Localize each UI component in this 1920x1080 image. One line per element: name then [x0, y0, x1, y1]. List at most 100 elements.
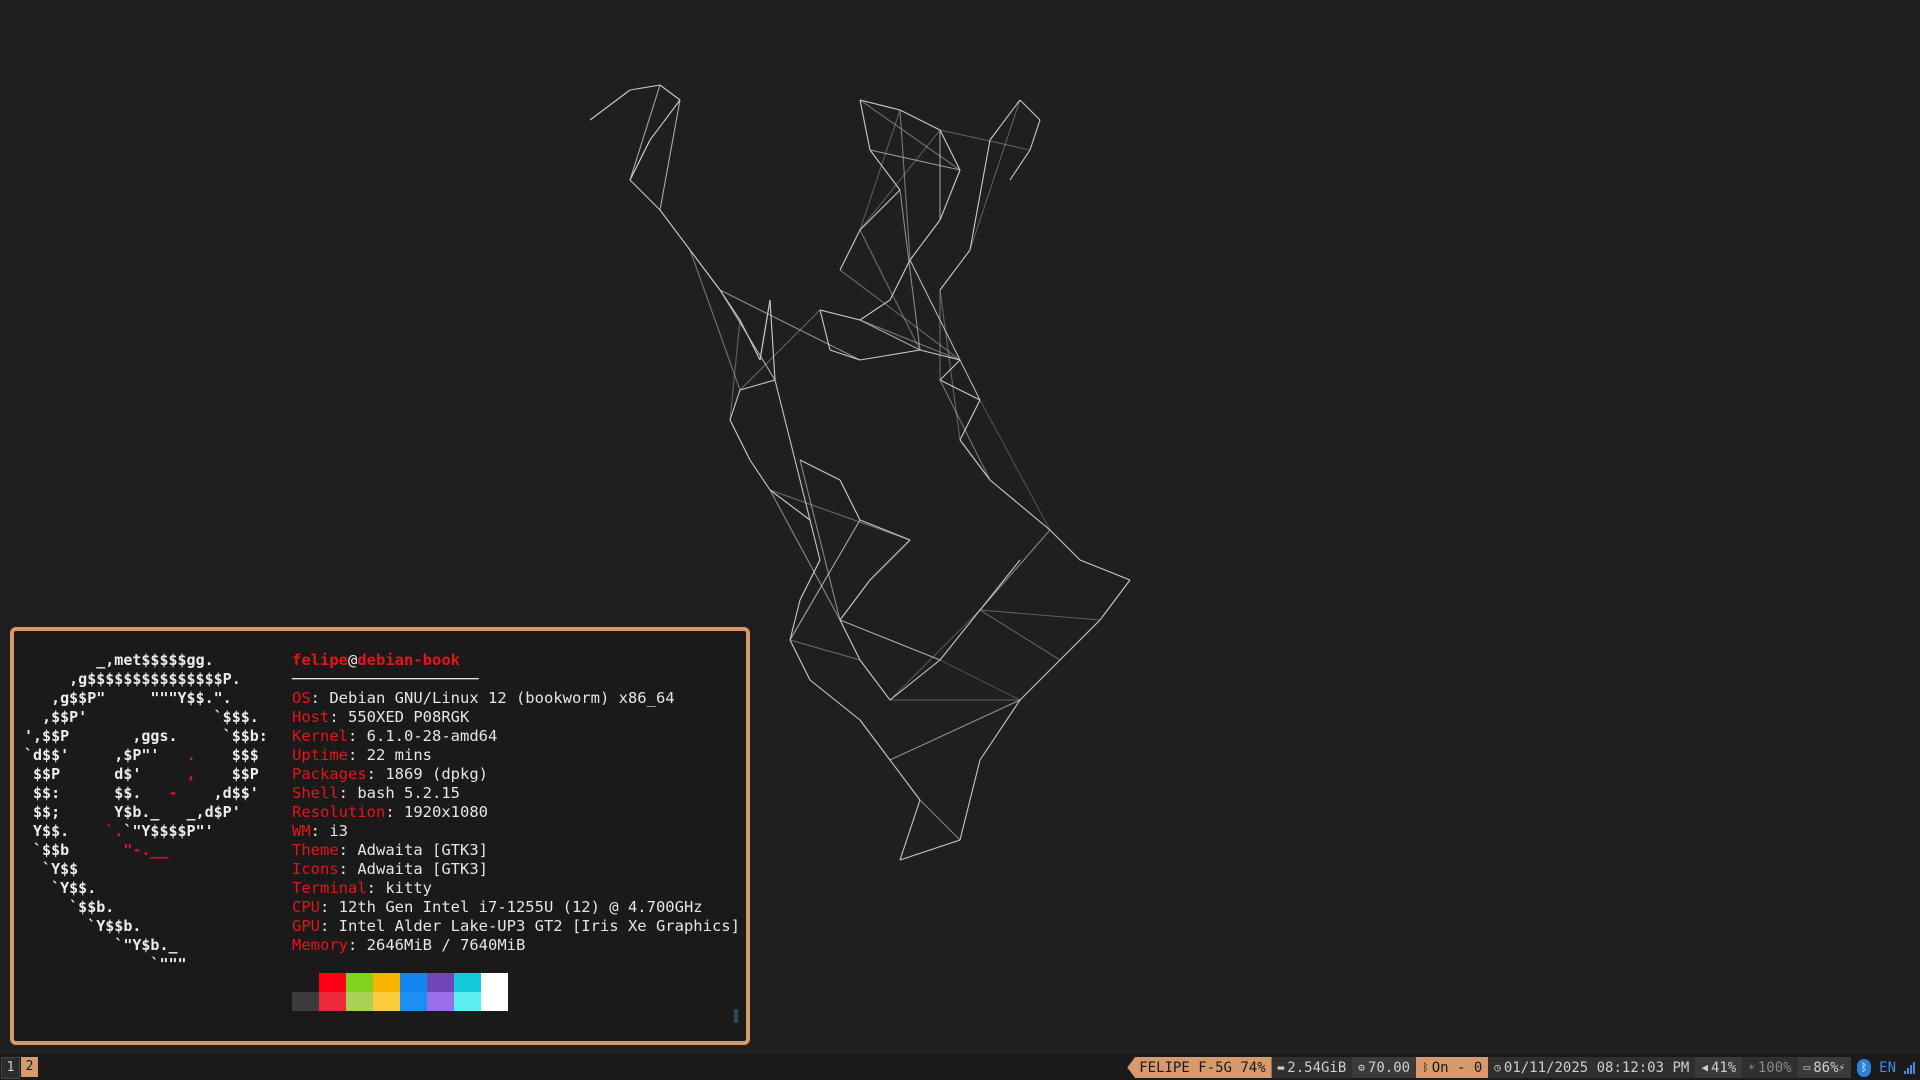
deer-edge: [1079, 559, 1131, 581]
info-key: OS: [292, 689, 311, 707]
workspace-1-button[interactable]: 1: [1, 1057, 20, 1079]
deer-edge: [959, 759, 981, 841]
username: felipe: [292, 651, 348, 669]
info-value: kitty: [385, 879, 432, 897]
info-key: GPU: [292, 917, 320, 935]
deer-edge: [809, 679, 861, 721]
color-swatch: [400, 973, 427, 992]
info-row: Icons: Adwaita [GTK3]: [292, 860, 488, 878]
battery-status[interactable]: ▭ 86% ⚡: [1797, 1057, 1852, 1078]
info-value: 22 mins: [366, 746, 432, 764]
bluetooth-tray-icon[interactable]: ᛒ: [1857, 1058, 1872, 1077]
deer-edge: [774, 379, 811, 521]
deer-edge: [959, 399, 981, 441]
info-row: Theme: Adwaita [GTK3]: [292, 841, 488, 859]
terminal-window[interactable]: _,met$$$$$gg. ,g$$$$$$$$$$$$$$$P. ,g$$P"…: [10, 627, 750, 1045]
brightness-status[interactable]: ☀ 100%: [1742, 1057, 1798, 1078]
deer-edge: [629, 139, 651, 181]
info-row: Host: 550XED P08RGK: [292, 708, 470, 726]
deer-edge: [989, 479, 1051, 531]
info-row: CPU: 12th Gen Intel i7-1255U (12) @ 4.70…: [292, 898, 703, 916]
deer-edge: [939, 169, 961, 221]
deer-edge: [819, 309, 861, 321]
bluetooth-status[interactable]: ᛒ On - 0: [1416, 1057, 1489, 1078]
deer-edge: [749, 459, 771, 491]
info-key: CPU: [292, 898, 320, 916]
deer-edge: [859, 299, 891, 321]
info-row: Shell: bash 5.2.15: [292, 784, 460, 802]
thermometer-icon: ⚙: [1358, 1061, 1365, 1074]
info-value: bash 5.2.15: [357, 784, 460, 802]
deer-edge: [739, 319, 761, 361]
deer-edge: [839, 269, 961, 361]
deer-edge: [1099, 579, 1131, 621]
info-key: Packages: [292, 765, 367, 783]
deer-edge: [939, 249, 971, 291]
deer-edge: [769, 489, 911, 541]
deer-edge: [809, 519, 821, 561]
info-key: Kernel: [292, 727, 348, 745]
disk-value: 2.54GiB: [1287, 1059, 1347, 1076]
workspace-2-button[interactable]: 2: [21, 1057, 38, 1077]
deer-edge: [939, 129, 961, 171]
color-swatch: [373, 992, 400, 1011]
wifi-status[interactable]: FELIPE F-5G 74%: [1127, 1057, 1272, 1078]
deer-edge: [889, 609, 981, 701]
info-value: Adwaita [GTK3]: [357, 841, 488, 859]
terminal-cursor: [734, 1009, 738, 1023]
info-value: Debian GNU/Linux 12 (bookworm) x86_64: [329, 689, 675, 707]
color-palette: [292, 973, 508, 1011]
color-swatch: [400, 992, 427, 1011]
palette-row-top: [292, 973, 508, 992]
deer-edge: [819, 309, 831, 351]
palette-row-bottom: [292, 992, 508, 1011]
deer-edge: [659, 209, 691, 251]
deer-edge: [1049, 529, 1081, 561]
deer-edge: [939, 129, 1031, 151]
volume-value: 41%: [1710, 1059, 1737, 1076]
deer-edge: [899, 109, 941, 131]
color-swatch: [454, 973, 481, 992]
deer-edge: [889, 659, 941, 701]
signal-icon[interactable]: [1904, 1061, 1916, 1074]
deer-edge: [939, 379, 981, 401]
info-row: GPU: Intel Alder Lake-UP3 GT2 [Iris Xe G…: [292, 917, 740, 935]
battery-value: 86%: [1813, 1059, 1839, 1076]
deer-edge: [839, 619, 861, 661]
deer-edge: [899, 109, 911, 261]
color-swatch: [427, 992, 454, 1011]
brightness-icon: ☀: [1748, 1061, 1755, 1074]
deer-edge: [859, 319, 921, 351]
deer-edge: [979, 529, 1051, 611]
deer-edge: [839, 619, 941, 661]
deer-edge: [979, 559, 1021, 611]
color-swatch: [319, 973, 346, 992]
deer-edge: [739, 309, 821, 391]
deer-edge: [859, 519, 911, 541]
tray: ᛒ EN: [1851, 1057, 1920, 1078]
color-swatch: [346, 992, 373, 1011]
deer-edge: [629, 179, 661, 211]
deer-edge: [859, 99, 961, 171]
info-row: Memory: 2646MiB / 7640MiB: [292, 936, 526, 954]
volume-status[interactable]: ◀ 41%: [1695, 1057, 1743, 1078]
info-key: Theme: [292, 841, 339, 859]
disk-status[interactable]: ▬ 2.54GiB: [1271, 1057, 1353, 1078]
deer-edge: [829, 349, 861, 361]
info-row: Kernel: 6.1.0-28-amd64: [292, 727, 498, 745]
info-key: WM: [292, 822, 311, 840]
keyboard-layout[interactable]: EN: [1879, 1060, 1896, 1076]
status-blocks: FELIPE F-5G 74% ▬ 2.54GiB ⚙ 70.00 ᛒ On - 0 …: [1127, 1055, 1920, 1080]
deer-edge: [899, 189, 921, 351]
color-swatch: [346, 973, 373, 992]
deer-edge: [859, 659, 891, 701]
clock-status[interactable]: ◷ 01/11/2025 08:12:03 PM: [1488, 1057, 1696, 1078]
temperature-status[interactable]: ⚙ 70.00: [1352, 1057, 1417, 1078]
deer-edge: [939, 659, 1021, 701]
bluetooth-icon: ᛒ: [1422, 1061, 1429, 1074]
deer-edge: [899, 799, 921, 861]
deer-edge: [1009, 149, 1031, 181]
deer-edge: [989, 99, 1021, 141]
deer-edge: [759, 299, 771, 361]
deer-edge: [859, 349, 921, 361]
